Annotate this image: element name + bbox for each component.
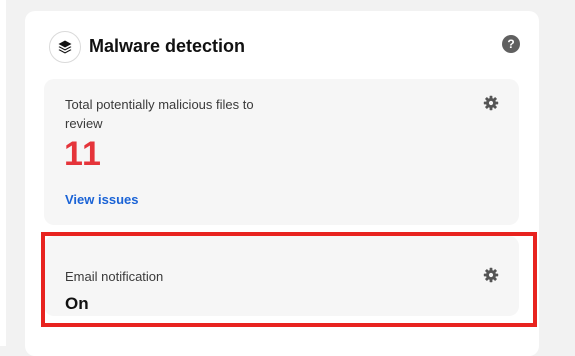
help-icon[interactable]: ? <box>502 35 520 53</box>
email-notification-panel: Email notification On <box>44 236 519 316</box>
gear-icon[interactable] <box>483 267 499 283</box>
email-notification-status: On <box>65 294 89 313</box>
issues-panel: Total potentially malicious files to rev… <box>44 79 519 225</box>
malware-detection-card: Malware detection ? Total potentially ma… <box>25 11 539 356</box>
view-issues-link[interactable]: View issues <box>65 192 138 208</box>
gear-icon[interactable] <box>483 95 499 111</box>
adjacent-card-edge <box>0 0 6 346</box>
email-notification-label: Email notification <box>65 269 164 284</box>
issues-label: Total potentially malicious files to rev… <box>65 97 254 131</box>
layers-icon <box>49 31 81 63</box>
card-title: Malware detection <box>89 36 246 56</box>
issues-count: 11 <box>64 135 102 173</box>
